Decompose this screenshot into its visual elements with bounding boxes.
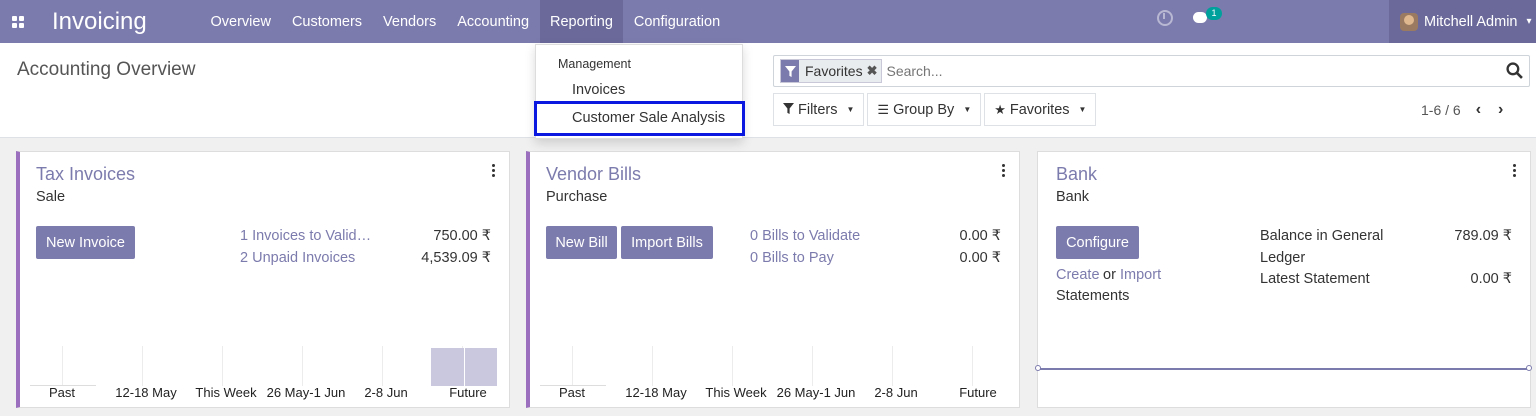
card-title[interactable]: Vendor Bills: [546, 164, 641, 185]
balance-label: Balance in General: [1260, 228, 1384, 244]
group-by-button[interactable]: ☰ Group By ▼: [867, 93, 982, 126]
x-label-this-week: This Week: [195, 385, 257, 400]
x-label-past: Past: [558, 385, 585, 400]
new-invoice-button[interactable]: New Invoice: [36, 226, 135, 259]
search-icon[interactable]: [1506, 62, 1523, 82]
user-name: Mitchell Admin: [1424, 13, 1518, 30]
graph-point: [1526, 365, 1532, 371]
search-options: Filters ▼ ☰ Group By ▼ ★ Favorites ▼: [773, 93, 1097, 126]
bank-balance-graph[interactable]: [1038, 368, 1530, 370]
journal-card-purchase: Vendor Bills Purchase New Bill Import Bi…: [526, 151, 1020, 408]
card-title[interactable]: Bank: [1056, 164, 1097, 185]
reporting-dropdown: Management Invoices Customer Sale Analys…: [534, 44, 745, 139]
menu-vendors[interactable]: Vendors: [373, 0, 447, 43]
or-text: or: [1103, 267, 1116, 283]
dropdown-header: Management: [558, 57, 631, 71]
journal-card-bank: Bank Bank Configure Create or Import Sta…: [1035, 151, 1532, 408]
bars-icon: ☰: [877, 101, 890, 117]
filter-icon: [781, 60, 799, 82]
filters-label: Filters: [798, 101, 838, 118]
filters-button[interactable]: Filters ▼: [773, 93, 865, 126]
import-bills-button[interactable]: Import Bills: [621, 226, 713, 259]
systray: 1 Mitchell Admin ▾: [1157, 0, 1536, 43]
favorites-button[interactable]: ★ Favorites ▼: [984, 93, 1097, 126]
create-statement-link[interactable]: Create: [1056, 267, 1100, 283]
app-switcher-icon[interactable]: [0, 0, 36, 43]
card-subtitle: Purchase: [546, 189, 608, 205]
group-by-label: Group By: [893, 101, 955, 118]
x-label-future: Future: [449, 385, 487, 400]
favorites-label: Favorites: [1009, 101, 1070, 118]
graph-point: [1035, 365, 1041, 371]
chevron-left-icon[interactable]: ‹: [1476, 101, 1481, 119]
unpaid-invoices-amount: 4,539.09 ₹: [421, 250, 491, 266]
chat-badge: 1: [1206, 7, 1222, 20]
sales-graph[interactable]: [30, 346, 502, 386]
activity-clock-icon[interactable]: [1157, 10, 1173, 26]
kebab-menu-icon[interactable]: [1002, 164, 1005, 177]
configure-button[interactable]: Configure: [1056, 226, 1139, 259]
star-icon: ★: [994, 101, 1006, 117]
control-panel: Accounting Overview Favorites ✖ Filters …: [0, 43, 1536, 138]
filter-icon: [783, 102, 794, 117]
kebab-menu-icon[interactable]: [492, 164, 495, 177]
top-navbar: Invoicing Overview Customers Vendors Acc…: [0, 0, 1536, 43]
x-label-this-week: This Week: [705, 385, 767, 400]
card-title[interactable]: Tax Invoices: [36, 164, 135, 185]
x-label-2-8-jun: 2-8 Jun: [874, 385, 918, 400]
import-statement-link[interactable]: Import: [1120, 267, 1161, 283]
menu-configuration[interactable]: Configuration: [623, 0, 730, 43]
bills-to-validate-link[interactable]: 0 Bills to Validate: [750, 228, 860, 244]
x-label-2-8-jun: 2-8 Jun: [364, 385, 408, 400]
menu-reporting[interactable]: Reporting: [539, 0, 624, 43]
unpaid-invoices-link[interactable]: 2 Unpaid Invoices: [240, 250, 355, 266]
bills-to-validate-amount: 0.00 ₹: [959, 228, 1001, 244]
x-label-future: Future: [959, 385, 997, 400]
chevron-down-icon: ▼: [1078, 105, 1087, 114]
pager-value[interactable]: 1-6 / 6: [1421, 102, 1461, 118]
bills-to-pay-link[interactable]: 0 Bills to Pay: [750, 250, 834, 266]
card-subtitle: Bank: [1056, 189, 1090, 205]
chevron-down-icon: ▾: [1526, 16, 1532, 27]
chat-icon[interactable]: 1: [1193, 7, 1222, 24]
purchase-graph[interactable]: [540, 346, 1012, 386]
x-label-26-may-1-jun: 26 May-1 Jun: [266, 385, 346, 400]
search-bar[interactable]: Favorites ✖: [773, 55, 1530, 87]
chevron-down-icon: ▼: [846, 105, 855, 114]
latest-statement-amount: 0.00 ₹: [1470, 271, 1512, 287]
dropdown-item-customer-sale-analysis[interactable]: Customer Sale Analysis: [572, 110, 725, 126]
menu-overview[interactable]: Overview: [200, 0, 281, 43]
close-icon[interactable]: ✖: [867, 63, 882, 79]
pager: 1-6 / 6 ‹ ›: [1421, 101, 1503, 119]
invoices-to-validate-amount: 750.00 ₹: [433, 228, 491, 244]
avatar: [1400, 12, 1418, 31]
x-label-26-may-1-jun: 26 May-1 Jun: [776, 385, 856, 400]
bills-to-pay-amount: 0.00 ₹: [959, 250, 1001, 266]
facet-label: Favorites: [805, 63, 863, 79]
x-label-past: Past: [48, 385, 75, 400]
main-menu: Overview Customers Vendors Accounting Re…: [200, 0, 731, 43]
balance-label-ledger: Ledger: [1260, 250, 1306, 266]
latest-statement-label: Latest Statement: [1260, 271, 1370, 287]
kebab-menu-icon[interactable]: [1513, 164, 1516, 177]
x-label-12-18-may: 12-18 May: [625, 385, 687, 400]
x-label-12-18-may: 12-18 May: [115, 385, 177, 400]
chevron-right-icon[interactable]: ›: [1498, 101, 1503, 119]
page-title: Accounting Overview: [17, 59, 196, 80]
app-brand[interactable]: Invoicing: [52, 8, 200, 36]
new-bill-button[interactable]: New Bill: [546, 226, 617, 259]
menu-accounting[interactable]: Accounting: [447, 0, 540, 43]
search-input[interactable]: [886, 63, 1487, 79]
journal-card-sales: Tax Invoices Sale New Invoice 1 Invoices…: [16, 151, 510, 408]
chevron-down-icon: ▼: [963, 105, 972, 114]
dropdown-item-invoices[interactable]: Invoices: [572, 82, 625, 98]
statements-text: Statements: [1056, 288, 1130, 304]
search-facet: Favorites ✖: [780, 59, 883, 83]
menu-customers[interactable]: Customers: [281, 0, 372, 43]
user-menu[interactable]: Mitchell Admin ▾: [1389, 0, 1536, 43]
card-subtitle: Sale: [36, 189, 66, 205]
invoices-to-validate-link[interactable]: 1 Invoices to Valid…: [240, 228, 371, 244]
balance-amount: 789.09 ₹: [1454, 228, 1512, 244]
